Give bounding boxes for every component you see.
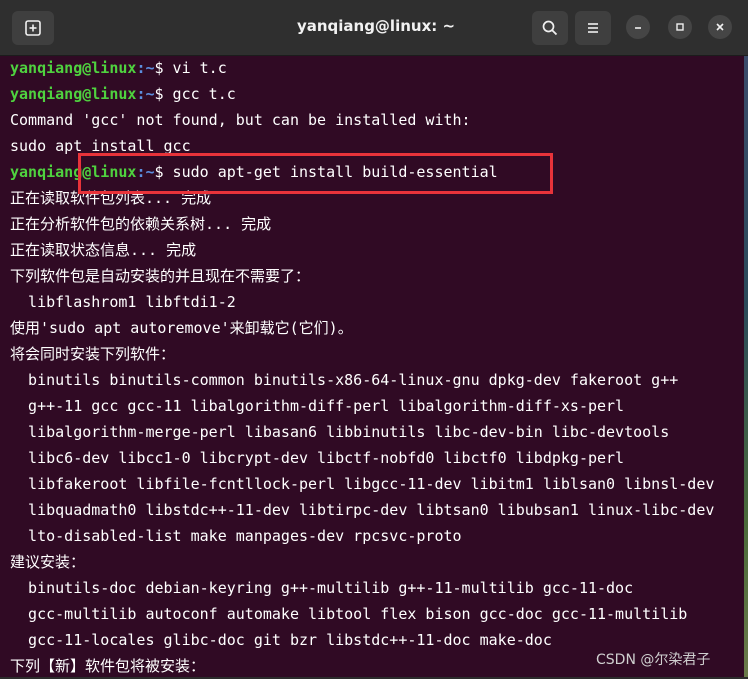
terminal-output: yanqiang@linux:~$ vi t.c yanqiang@linux:~…	[10, 55, 714, 679]
output-text: 建议安装：	[10, 553, 86, 571]
prompt-symbol: $	[154, 85, 164, 103]
output-text: libflashrom1 libftdi1-2	[10, 293, 236, 311]
minimize-icon	[635, 27, 641, 29]
output-line: g++-11 gcc gcc-11 libalgorithm-diff-perl…	[10, 393, 714, 419]
command-text: gcc t.c	[163, 85, 236, 103]
output-line: 将会同时安装下列软件：	[10, 341, 714, 367]
output-text: binutils binutils-common binutils-x86-64…	[10, 371, 679, 389]
output-line: 建议安装：	[10, 549, 714, 575]
maximize-icon	[676, 23, 684, 31]
output-line: libflashrom1 libftdi1-2	[10, 289, 714, 315]
output-line: 下列软件包是自动安装的并且现在不需要了：	[10, 263, 714, 289]
output-text: 下列软件包是自动安装的并且现在不需要了：	[10, 267, 311, 285]
output-text: Command 'gcc' not found, but can be inst…	[10, 111, 471, 129]
maximize-button[interactable]	[668, 15, 692, 39]
window-title: yanqiang@linux: ~	[296, 17, 456, 35]
minimize-button[interactable]	[626, 15, 650, 39]
output-line: libalgorithm-merge-perl libasan6 libbinu…	[10, 419, 714, 445]
output-line: binutils-doc debian-keyring g++-multilib…	[10, 575, 714, 601]
output-text: libquadmath0 libstdc++-11-dev libtirpc-d…	[10, 501, 715, 519]
hamburger-menu-icon	[588, 23, 598, 33]
output-text: 正在读取状态信息... 完成	[10, 241, 197, 259]
command-line: yanqiang@linux:~$ vi t.c	[10, 55, 714, 81]
output-text: lto-disabled-list make manpages-dev rpcs…	[10, 527, 462, 545]
output-line: gcc-multilib autoconf automake libtool f…	[10, 601, 714, 627]
output-text: 下列【新】软件包将被安装：	[10, 657, 206, 675]
new-tab-icon	[25, 20, 41, 36]
output-line: 正在分析软件包的依赖关系树... 完成	[10, 211, 714, 237]
desktop-wallpaper-edge	[744, 56, 748, 677]
output-line: lto-disabled-list make manpages-dev rpcs…	[10, 523, 714, 549]
output-text: gcc-11-locales glibc-doc git bzr libstdc…	[10, 631, 552, 649]
prompt-symbol: $	[154, 59, 164, 77]
output-text: libalgorithm-merge-perl libasan6 libbinu…	[10, 423, 670, 441]
command-line: yanqiang@linux:~$ gcc t.c	[10, 81, 714, 107]
new-tab-button[interactable]	[12, 11, 54, 45]
output-text: libfakeroot libfile-fcntllock-perl libgc…	[10, 475, 715, 493]
output-line: 正在读取状态信息... 完成	[10, 237, 714, 263]
watermark: CSDN @尔染君子	[596, 652, 711, 668]
title-bar: yanqiang@linux: ~	[0, 0, 748, 56]
prompt-path: :~	[136, 59, 155, 77]
menu-button[interactable]	[575, 11, 611, 45]
search-icon	[542, 20, 558, 36]
output-line: libquadmath0 libstdc++-11-dev libtirpc-d…	[10, 497, 714, 523]
output-line: 使用'sudo apt autoremove'来卸载它(它们)。	[10, 315, 714, 341]
command-text: vi t.c	[163, 59, 227, 77]
output-line: libc6-dev libcc1-0 libcrypt-dev libctf-n…	[10, 445, 714, 471]
output-text: g++-11 gcc gcc-11 libalgorithm-diff-perl…	[10, 397, 625, 415]
command-highlight-box	[78, 153, 553, 194]
output-text: binutils-doc debian-keyring g++-multilib…	[10, 579, 634, 597]
close-button[interactable]	[708, 15, 732, 39]
output-line: libfakeroot libfile-fcntllock-perl libgc…	[10, 471, 714, 497]
output-text: 使用'sudo apt autoremove'来卸载它(它们)。	[10, 319, 353, 337]
search-button[interactable]	[532, 11, 568, 45]
output-text: gcc-multilib autoconf automake libtool f…	[10, 605, 688, 623]
output-text: 将会同时安装下列软件：	[10, 345, 176, 363]
output-text: 正在分析软件包的依赖关系树... 完成	[10, 215, 272, 233]
output-line: Command 'gcc' not found, but can be inst…	[10, 107, 714, 133]
output-line: binutils binutils-common binutils-x86-64…	[10, 367, 714, 393]
prompt-user-host: yanqiang@linux	[10, 85, 137, 103]
prompt-user-host: yanqiang@linux	[10, 59, 137, 77]
prompt-path: :~	[136, 85, 155, 103]
output-text: libc6-dev libcc1-0 libcrypt-dev libctf-n…	[10, 449, 625, 467]
close-icon	[716, 23, 724, 31]
